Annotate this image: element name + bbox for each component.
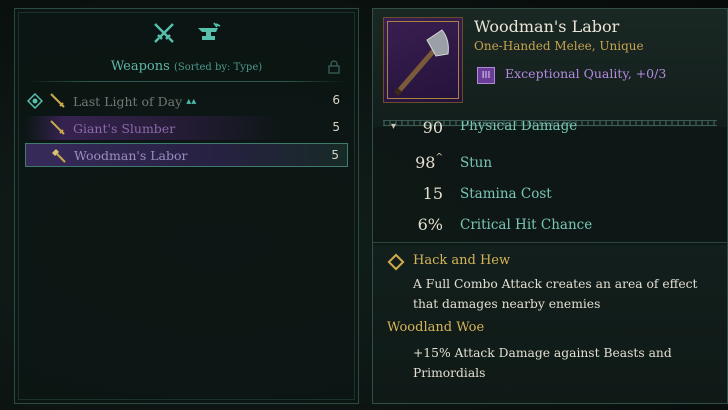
stats-list: ▾ 90 Physical Damage 98^ Stun 15 Stamina…: [373, 121, 727, 240]
arrow-icon: ▾: [391, 121, 397, 132]
perk-description: A Full Combo Attack creates an area of e…: [413, 277, 698, 311]
sort-label: (Sorted by: Type): [173, 62, 263, 73]
stat-row: ▾ 90 Physical Damage: [373, 121, 727, 147]
stat-value: 15: [422, 184, 443, 203]
stat-row: 98^ Stun: [373, 147, 727, 178]
perk-title: Hack and Hew: [413, 253, 511, 268]
sword-icon: [49, 119, 67, 140]
category-label: Weapons: [110, 59, 170, 74]
weapon-row[interactable]: Last Light of Day ▴▴ 6: [25, 89, 348, 113]
anvil-icon[interactable]: [196, 21, 222, 45]
weapon-name: Giant's Slumber: [73, 120, 176, 136]
inventory-tabs: [15, 21, 358, 45]
stat-label: Stamina Cost: [460, 186, 552, 202]
item-quality: Exceptional Quality, +0/3: [505, 66, 667, 81]
item-name: Woodman's Labor: [474, 17, 620, 36]
stat-label: Stun: [460, 155, 493, 171]
inventory-panel: Weapons (Sorted by: Type) Last Light of …: [14, 8, 359, 404]
weapon-list: Last Light of Day ▴▴ 6 Giant's Slumber 5: [25, 89, 348, 170]
stat-label: Critical Hit Chance: [460, 217, 593, 233]
crossed-swords-icon[interactable]: [152, 21, 176, 45]
upgrade-icon: ▴▴: [186, 95, 197, 107]
weapon-name: Last Light of Day: [73, 93, 183, 109]
stat-value: 98^: [415, 153, 443, 172]
item-type: One-Handed Melee, Unique: [474, 39, 644, 53]
weapon-count: 5: [331, 148, 339, 162]
stat-row: 15 Stamina Cost: [373, 178, 727, 209]
weapon-count: 5: [332, 120, 340, 134]
sword-icon: [49, 92, 67, 113]
lock-icon[interactable]: [328, 59, 340, 78]
axe-icon: [50, 147, 68, 168]
stat-value: 90: [422, 121, 443, 137]
weapon-name: Woodman's Labor: [74, 147, 188, 163]
stat-value: 6%: [417, 215, 443, 234]
equipped-icon: [26, 92, 44, 112]
weapon-row[interactable]: Giant's Slumber 5: [25, 116, 348, 140]
diamond-icon: [387, 253, 405, 271]
item-detail-panel: Woodman's Labor One-Handed Melee, Unique…: [372, 8, 728, 404]
perks-section: Hack and Hew A Full Combo Attack creates…: [373, 245, 727, 403]
stat-label: Physical Damage: [460, 121, 578, 134]
perk-description: +15% Attack Damage against Beasts and Pr…: [413, 346, 672, 380]
weapon-count: 6: [332, 93, 340, 107]
weapon-row-selected[interactable]: Woodman's Labor 5: [25, 143, 348, 167]
item-header: Woodman's Labor One-Handed Melee, Unique…: [373, 9, 727, 127]
inventory-title: Weapons (Sorted by: Type): [15, 59, 358, 74]
quality-tier-icon: III: [477, 67, 495, 84]
perk-title: Woodland Woe: [387, 320, 485, 335]
stat-row: 6% Critical Hit Chance: [373, 209, 727, 240]
